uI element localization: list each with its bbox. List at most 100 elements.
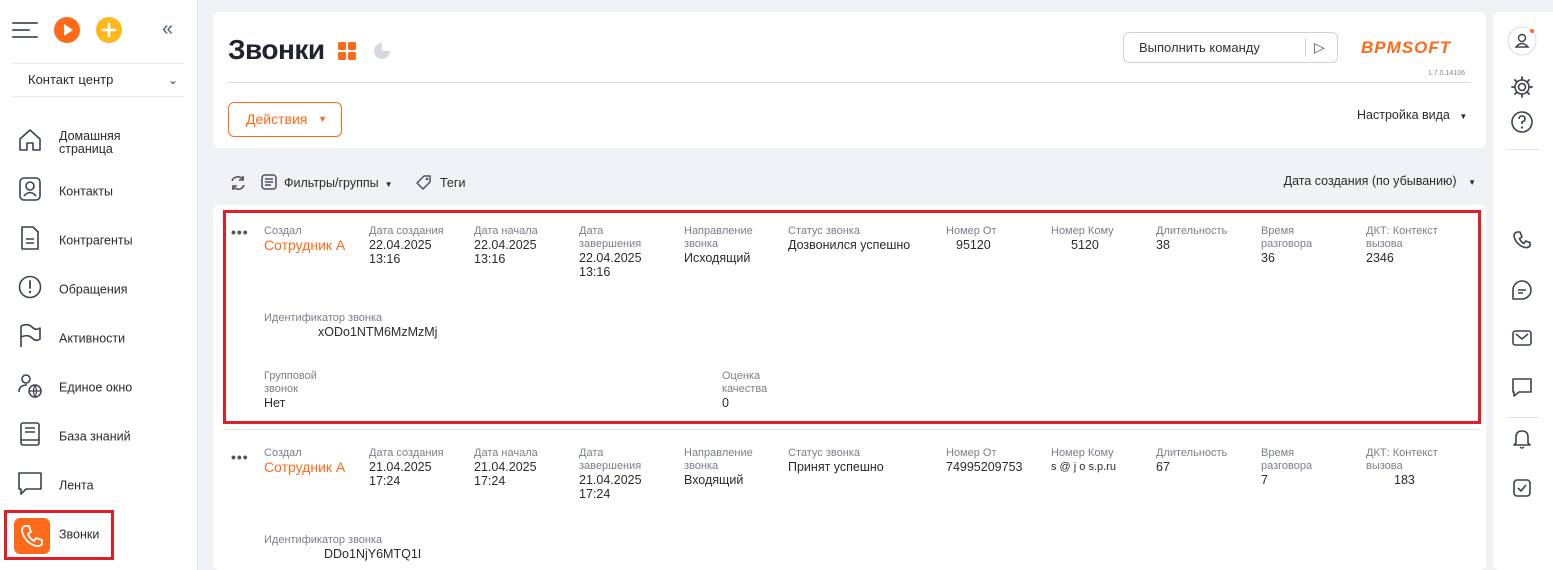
task-checkbox-icon[interactable] (1507, 473, 1537, 503)
field-value: 67 (1156, 460, 1170, 474)
filter-list-icon (261, 174, 277, 190)
sidebar-item-label: Контрагенты (59, 233, 133, 247)
workplace-selector[interactable]: Контакт центр ⌄ (12, 63, 184, 97)
field-start-date: Дата начала 21.04.2025 17:24 (474, 447, 574, 488)
field-value: Принят успешно (788, 460, 884, 474)
sort-label: Дата создания (по убыванию) (1283, 174, 1457, 188)
field-value: 183 (1394, 473, 1415, 487)
page-title: Звонки (228, 34, 325, 65)
list-toolbar: Фильтры/группы ▼ Теги Дата создания (по у… (213, 165, 1486, 200)
sidebar-item-omnichannel[interactable]: Единое окно (0, 363, 198, 412)
field-value: Дозвонился успешно (788, 238, 911, 252)
field-to: Номер Кому 5120 (1051, 225, 1151, 252)
field-from: Номер От 74995209753 (946, 447, 1046, 474)
user-profile-icon[interactable] (1507, 26, 1537, 56)
sidebar-item-knowledge-base[interactable]: База знаний (0, 412, 198, 461)
field-value: 2346 (1366, 251, 1394, 265)
dashboard-pie-icon[interactable] (373, 42, 391, 60)
sidebar-item-activities[interactable]: Активности (0, 314, 198, 363)
field-label: Дата завершения (579, 225, 642, 250)
field-value: 21.04.2025 17:24 (369, 460, 432, 488)
field-label: Длительность (1156, 225, 1228, 237)
sidebar-item-calls[interactable]: Звонки (4, 510, 114, 560)
filters-button[interactable]: Фильтры/группы ▼ (260, 173, 393, 191)
more-options-icon[interactable]: ••• (231, 224, 249, 240)
sidebar-top: « (12, 14, 190, 48)
field-label: Направление звонка (684, 225, 753, 250)
mail-icon[interactable] (1507, 323, 1537, 353)
chat-icon[interactable] (1507, 275, 1537, 305)
field-value: 22.04.2025 13:16 (369, 238, 432, 266)
process-run-icon[interactable] (54, 17, 80, 43)
field-label: Идентификатор звонка (264, 534, 383, 546)
filters-label: Фильтры/группы (284, 176, 379, 190)
sidebar-item-home[interactable]: Домашняя страница (0, 118, 198, 167)
field-value: Входящий (684, 473, 744, 487)
flag-icon (20, 323, 41, 347)
view-settings-button[interactable]: Настройка вида ▼ (1357, 108, 1467, 122)
list-item[interactable]: ••• Создал Сотрудник А Дата создания 22.… (223, 210, 1481, 424)
list-item[interactable]: ••• Создал Сотрудник А Дата создания 21.… (223, 435, 1481, 570)
sidebar-item-label: Контакты (59, 184, 113, 198)
field-value: 74995209753 (946, 460, 1023, 474)
sidebar-item-label: Лента (59, 478, 94, 492)
field-value: 22.04.2025 13:16 (474, 238, 537, 266)
divider (228, 82, 1471, 83)
sort-selector[interactable]: Дата создания (по убыванию) ▼ (1284, 174, 1476, 188)
field-label: Дата завершения (579, 447, 642, 472)
bell-icon[interactable] (1507, 423, 1537, 453)
right-rail (1493, 12, 1553, 570)
field-label: Номер От (946, 447, 997, 459)
list-view-icon[interactable] (338, 42, 356, 60)
field-context: ДКТ: Контекст вызова 2346 (1366, 225, 1466, 265)
collapse-sidebar-icon[interactable]: « (162, 18, 173, 41)
more-options-icon[interactable]: ••• (231, 449, 249, 465)
message-icon[interactable] (1507, 372, 1537, 402)
field-context: ДКТ: Контекст вызова 183 (1366, 447, 1466, 487)
menu-icon[interactable] (12, 20, 38, 40)
divider (1305, 38, 1306, 57)
field-status: Статус звонка Принят успешно (788, 447, 928, 474)
field-label: Номер От (946, 225, 997, 237)
field-talk-time: Время разговора 7 (1261, 447, 1341, 487)
actions-label: Действия (246, 111, 308, 127)
created-by-link[interactable]: Сотрудник А (264, 238, 364, 252)
chevron-down-icon: ⌄ (167, 73, 178, 87)
gear-icon[interactable] (1507, 72, 1537, 102)
field-label: Дата начала (474, 225, 538, 237)
sidebar-item-label: Домашняя страница (59, 128, 121, 156)
sidebar-item-cases[interactable]: Обращения (0, 265, 198, 314)
sidebar-item-contacts[interactable]: Контакты (0, 167, 198, 216)
command-input[interactable]: Выполнить команду ▷ (1123, 32, 1338, 63)
chat-bubble-icon (18, 472, 42, 495)
sidebar-item-feed[interactable]: Лента (0, 461, 198, 510)
add-icon[interactable] (96, 17, 122, 43)
help-icon[interactable] (1507, 107, 1537, 137)
sidebar-item-accounts[interactable]: Контрагенты (0, 216, 198, 265)
phone-icon[interactable] (1507, 225, 1537, 255)
user-globe-icon (18, 374, 42, 399)
field-to: Номер Кому s @ j o s.p.ru (1051, 447, 1141, 474)
play-icon[interactable]: ▷ (1314, 33, 1325, 62)
actions-button[interactable]: Действия ▼ (228, 102, 342, 137)
field-value: 7 (1261, 473, 1268, 487)
sidebar-nav: Домашняя страница Контакты Контрагенты О… (0, 118, 198, 560)
field-label: ДКТ: Контекст вызова (1366, 447, 1438, 472)
refresh-icon[interactable] (228, 174, 248, 192)
field-end-date: Дата завершения 21.04.2025 17:24 (579, 447, 649, 501)
field-value: Исходящий (684, 251, 751, 265)
caret-down-icon: ▼ (318, 114, 327, 124)
field-direction: Направление звонка Исходящий (684, 225, 764, 265)
created-by-link[interactable]: Сотрудник А (264, 460, 364, 474)
home-icon (19, 129, 41, 151)
field-label: ДКТ: Контекст вызова (1366, 225, 1438, 250)
field-start-date: Дата начала 22.04.2025 13:16 (474, 225, 574, 266)
tags-button[interactable]: Теги (415, 173, 465, 191)
field-talk-time: Время разговора 36 (1261, 225, 1341, 265)
field-value: 5120 (1071, 238, 1099, 252)
field-value: xODo1NTM6MzMzMj (318, 325, 438, 339)
field-label: Время разговора (1261, 225, 1313, 250)
field-created-by: Создал Сотрудник А (264, 447, 364, 474)
alert-circle-icon (18, 275, 42, 299)
field-value: DDo1NjY6MTQ1I (324, 547, 422, 561)
